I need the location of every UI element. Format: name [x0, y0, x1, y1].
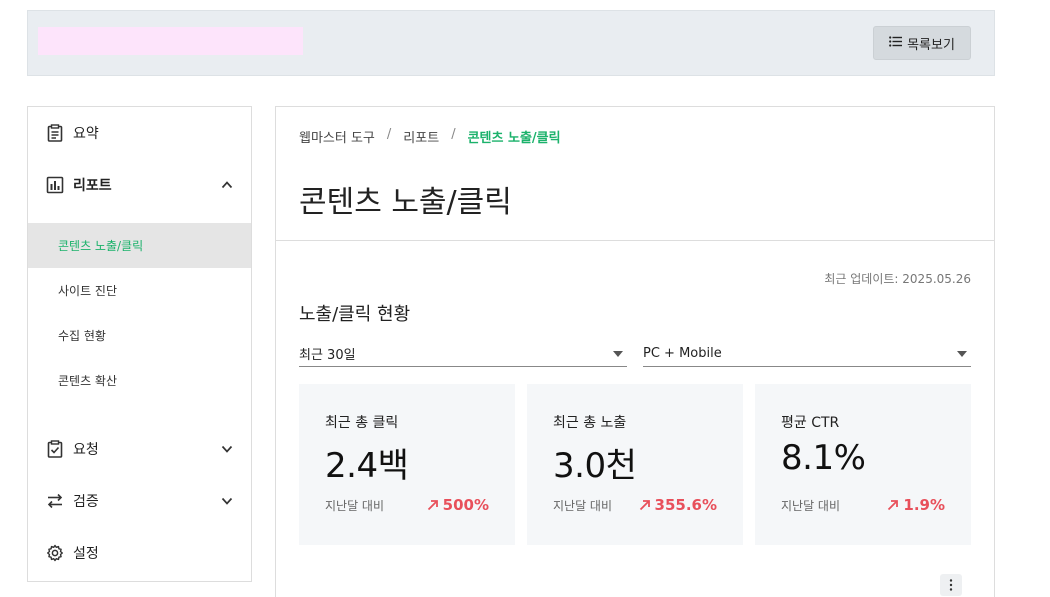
sidebar-subitem-label: 수집 현황 [58, 329, 106, 343]
metric-compare-label: 지난달 대비 [553, 499, 613, 513]
header-divider [276, 240, 994, 241]
last-updated-text: 최근 업데이트: 2025.05.26 [824, 272, 971, 286]
chevron-down-icon [221, 497, 233, 505]
sidebar-item-label: 설정 [73, 546, 99, 562]
metric-delta: 1.9% [887, 496, 945, 514]
sidebar-subitem-site-diagnosis[interactable]: 사이트 진단 [28, 268, 251, 313]
clipboard-check-icon [46, 440, 64, 458]
metric-card-impressions: 최근 총 노출 3.0천 지난달 대비 355.6% [527, 384, 743, 545]
page-title: 콘텐츠 노출/클릭 [299, 185, 512, 220]
sidebar-subitem-label: 콘텐츠 노출/클릭 [58, 239, 144, 253]
section-title: 노출/클릭 현황 [299, 304, 411, 325]
device-select-value: PC + Mobile [643, 345, 722, 361]
metric-compare-label: 지난달 대비 [325, 499, 385, 513]
arrow-up-right-icon [427, 500, 438, 511]
metric-label: 최근 총 클릭 [325, 415, 399, 431]
top-bar: 목록보기 [27, 10, 995, 76]
clipboard-icon [46, 124, 64, 142]
breadcrumb-parent[interactable]: 리포트 [403, 127, 439, 146]
sidebar: 요약 리포트 콘텐츠 노출/클릭 사이트 진단 수집 현황 콘텐츠 확산 요청 … [27, 106, 252, 582]
metric-label: 최근 총 노출 [553, 415, 627, 431]
metric-delta-value: 1.9% [903, 496, 945, 514]
sidebar-subitem-crawl-status[interactable]: 수집 현황 [28, 313, 251, 358]
breadcrumb-separator: / [386, 127, 392, 142]
metric-delta: 500% [427, 496, 489, 514]
metric-card-ctr: 평균 CTR 8.1% 지난달 대비 1.9% [755, 384, 971, 545]
caret-down-icon [613, 351, 623, 357]
site-name-redacted [38, 27, 303, 55]
metric-delta-value: 500% [442, 496, 489, 514]
sidebar-subitem-content-impressions[interactable]: 콘텐츠 노출/클릭 [28, 223, 251, 268]
sidebar-item-summary[interactable]: 요약 [28, 107, 251, 159]
gear-icon [46, 544, 64, 562]
period-select[interactable]: 최근 30일 [299, 340, 627, 367]
caret-down-icon [957, 351, 967, 357]
sidebar-item-label: 검증 [73, 494, 99, 510]
breadcrumb-root[interactable]: 웹마스터 도구 [299, 127, 375, 146]
chevron-up-icon [221, 181, 233, 189]
list-view-label: 목록보기 [907, 37, 955, 53]
arrow-up-right-icon [639, 500, 650, 511]
breadcrumb: 웹마스터 도구 / 리포트 / 콘텐츠 노출/클릭 [299, 127, 561, 146]
metric-value: 8.1% [781, 438, 866, 478]
device-select[interactable]: PC + Mobile [643, 340, 971, 367]
swap-arrows-icon [46, 492, 64, 510]
metric-delta: 355.6% [639, 496, 717, 514]
metric-delta-value: 355.6% [654, 496, 717, 514]
sidebar-item-label: 요청 [73, 442, 99, 458]
chevron-down-icon [221, 445, 233, 453]
sidebar-item-report[interactable]: 리포트 [28, 159, 251, 211]
list-view-button[interactable]: 목록보기 [873, 26, 971, 60]
sidebar-item-label: 리포트 [73, 178, 112, 194]
breadcrumb-separator: / [451, 127, 456, 142]
list-icon [889, 35, 903, 51]
sidebar-subitem-label: 사이트 진단 [58, 284, 118, 298]
metric-label: 평균 CTR [781, 415, 840, 431]
sidebar-item-label: 요약 [73, 126, 99, 142]
breadcrumb-current: 콘텐츠 노출/클릭 [467, 131, 561, 146]
more-vertical-icon [949, 579, 953, 591]
sidebar-item-verify[interactable]: 검증 [28, 475, 251, 527]
main-content: 웹마스터 도구 / 리포트 / 콘텐츠 노출/클릭 콘텐츠 노출/클릭 최근 업… [275, 106, 995, 597]
more-options-button[interactable] [940, 574, 962, 596]
arrow-up-right-icon [888, 500, 899, 511]
metric-value: 2.4백 [325, 446, 409, 486]
metric-card-clicks: 최근 총 클릭 2.4백 지난달 대비 500% [299, 384, 515, 545]
sidebar-item-settings[interactable]: 설정 [28, 527, 251, 579]
bar-chart-icon [46, 176, 64, 194]
metric-value: 3.0천 [553, 446, 637, 486]
sidebar-item-request[interactable]: 요청 [28, 423, 251, 475]
metric-compare-label: 지난달 대비 [781, 499, 841, 513]
period-select-value: 최근 30일 [299, 347, 356, 363]
sidebar-subitem-content-spread[interactable]: 콘텐츠 확산 [28, 358, 251, 403]
sidebar-subitem-label: 콘텐츠 확산 [58, 374, 118, 388]
